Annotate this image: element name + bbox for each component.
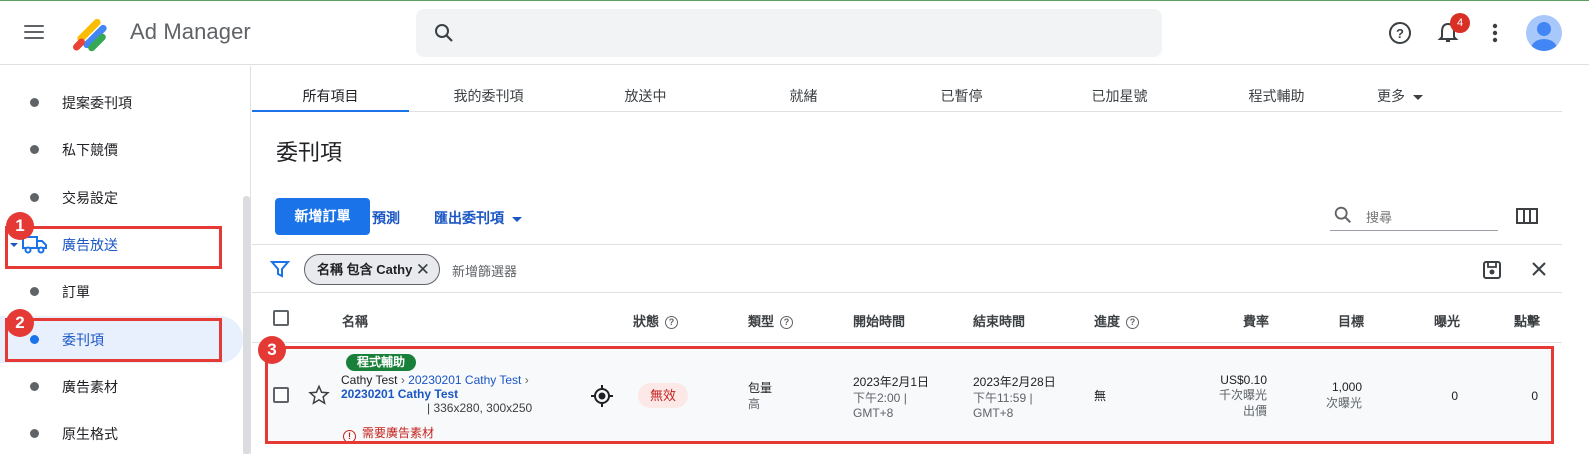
user-avatar[interactable] <box>1526 15 1562 51</box>
sidebar-item-proposal-line-items[interactable]: 提案委刊項 <box>0 79 243 126</box>
column-header-type[interactable]: 類型? <box>748 311 794 330</box>
annotation-box-row <box>265 346 1554 444</box>
bullet-icon <box>30 98 39 107</box>
menu-icon-bar <box>24 37 44 39</box>
table-search[interactable] <box>1330 203 1498 231</box>
help-icon[interactable]: ? <box>780 316 794 330</box>
close-icon[interactable]: ✕ <box>416 255 430 284</box>
global-search-bar[interactable] <box>416 9 1162 57</box>
filter-icon[interactable] <box>270 259 290 279</box>
filter-chip-label: 名稱 包含 Cathy <box>317 262 413 277</box>
column-header-rate[interactable]: 費率 <box>1243 311 1269 330</box>
column-header-progress-label: 進度 <box>1094 314 1121 329</box>
tab-more[interactable]: 更多 <box>1330 66 1470 112</box>
column-header-status-label: 狀態 <box>633 314 660 329</box>
annotation-marker-1: 1 <box>6 212 34 240</box>
bullet-icon <box>30 382 39 391</box>
annotation-marker-3: 3 <box>258 336 286 364</box>
table-search-input[interactable] <box>1366 206 1496 228</box>
sidebar-item-label: 私下競價 <box>62 142 118 158</box>
top-app-bar: Ad Manager ? 4 <box>0 1 1589 65</box>
bullet-icon <box>30 429 39 438</box>
help-icon[interactable]: ? <box>665 316 679 330</box>
close-filter-icon[interactable] <box>1530 260 1548 278</box>
bullet-icon <box>30 193 39 202</box>
column-header-impressions[interactable]: 曝光 <box>1434 311 1460 330</box>
caret-down-icon <box>1413 94 1423 100</box>
search-icon <box>1334 206 1352 224</box>
tab-my-line-items[interactable]: 我的委刊項 <box>410 66 567 112</box>
new-order-button[interactable]: 新增訂單 <box>275 198 370 235</box>
help-icon[interactable]: ? <box>1386 19 1414 47</box>
column-header-name[interactable]: 名稱 <box>342 311 368 330</box>
bullet-icon <box>30 287 39 296</box>
annotation-box-delivery <box>5 226 222 269</box>
sidebar-item-native-formats[interactable]: 原生格式 <box>0 410 243 454</box>
save-icon[interactable] <box>1481 259 1503 281</box>
line-item-tabs: 所有項目 我的委刊項 放送中 就緒 已暫停 已加星號 程式輔助 更多 <box>252 66 1562 112</box>
search-icon <box>435 24 453 42</box>
sidebar-item-orders[interactable]: 訂單 <box>0 268 243 315</box>
tab-more-label: 更多 <box>1377 88 1405 104</box>
sidebar-item-label: 原生格式 <box>62 426 118 442</box>
ad-manager-logo-icon <box>73 18 107 52</box>
sidebar-item-private-auctions[interactable]: 私下競價 <box>0 126 243 173</box>
column-header-status[interactable]: 狀態? <box>633 311 679 330</box>
app-title: Ad Manager <box>130 19 251 44</box>
annotation-box-line-items <box>5 318 222 362</box>
sidebar-scrollbar[interactable] <box>243 196 250 454</box>
avatar-person-icon <box>1531 22 1557 51</box>
page-title: 委刊項 <box>276 140 343 165</box>
menu-icon-bar <box>24 31 44 33</box>
column-header-clicks[interactable]: 點擊 <box>1514 311 1540 330</box>
bullet-icon <box>30 145 39 154</box>
column-header-progress[interactable]: 進度? <box>1094 311 1140 330</box>
main-menu-button[interactable] <box>22 21 46 45</box>
global-search-input[interactable] <box>468 9 1148 57</box>
tab-delivering[interactable]: 放送中 <box>567 66 724 112</box>
sidebar-item-creatives[interactable]: 廣告素材 <box>0 363 243 410</box>
notification-count-badge: 4 <box>1450 13 1470 33</box>
help-icon[interactable]: ? <box>1126 316 1140 330</box>
select-all-checkbox[interactable] <box>273 310 289 326</box>
menu-icon-bar <box>24 25 44 27</box>
sidebar-item-label: 廣告素材 <box>62 379 118 395</box>
forecast-button[interactable]: 預測 <box>372 208 400 228</box>
caret-down-icon <box>512 216 522 222</box>
sidebar-item-label: 交易設定 <box>62 190 118 206</box>
export-line-items-button[interactable]: 匯出委刊項 <box>434 208 522 228</box>
tab-paused[interactable]: 已暫停 <box>883 66 1040 112</box>
tab-ready[interactable]: 就緒 <box>725 66 882 112</box>
export-button-label: 匯出委刊項 <box>434 210 504 226</box>
column-header-start-time[interactable]: 開始時間 <box>853 311 905 330</box>
tab-starred[interactable]: 已加星號 <box>1041 66 1198 112</box>
column-header-end-time[interactable]: 結束時間 <box>973 311 1025 330</box>
column-picker-icon[interactable] <box>1516 206 1538 226</box>
annotation-marker-2: 2 <box>6 309 34 337</box>
add-filter-button[interactable]: 新增篩選器 <box>452 261 517 280</box>
sidebar-item-label: 訂單 <box>62 284 90 300</box>
filter-chip-name-contains[interactable]: 名稱 包含 Cathy ✕ <box>304 254 440 285</box>
sidebar-item-deal-settings[interactable]: 交易設定 <box>0 174 243 221</box>
svg-text:?: ? <box>1396 26 1404 41</box>
table-header-divider <box>252 342 1562 343</box>
tab-all[interactable]: 所有項目 <box>252 66 409 112</box>
column-header-type-label: 類型 <box>748 314 775 329</box>
column-header-goal[interactable]: 目標 <box>1338 311 1364 330</box>
more-vert-icon[interactable] <box>1481 19 1509 47</box>
filter-bar: 名稱 包含 Cathy ✕ 新增篩選器 <box>252 244 1562 293</box>
sidebar-item-label: 提案委刊項 <box>62 95 132 111</box>
